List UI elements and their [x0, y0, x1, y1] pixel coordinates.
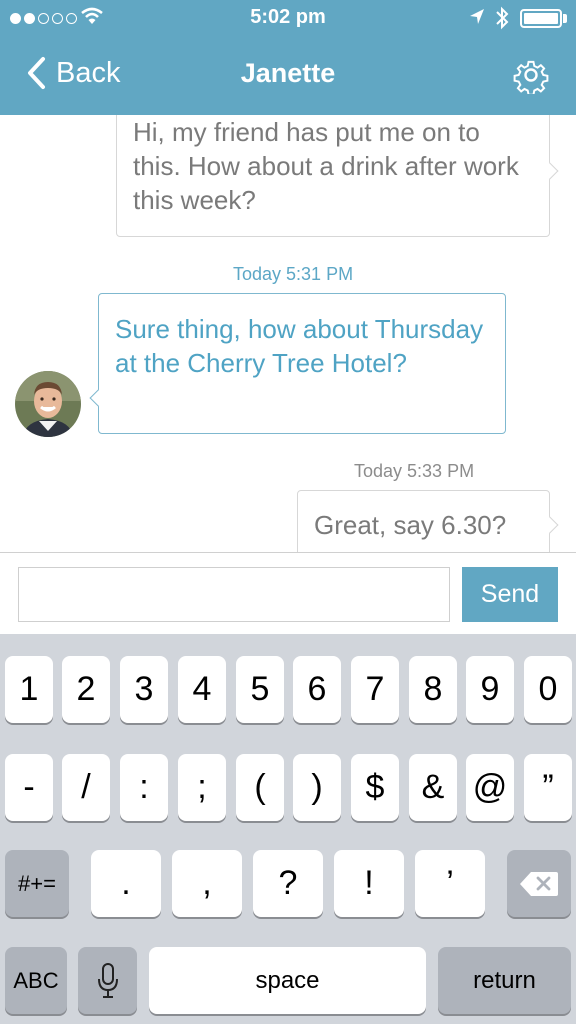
key-ampersand[interactable]: &: [409, 754, 457, 821]
avatar[interactable]: [15, 371, 81, 437]
message-bubble-outgoing: Hi, my friend has put me on to this. How…: [116, 115, 550, 237]
key-7[interactable]: 7: [351, 656, 399, 723]
key-quote[interactable]: ”: [524, 754, 572, 821]
key-colon[interactable]: :: [120, 754, 168, 821]
key-9[interactable]: 9: [466, 656, 514, 723]
key-apostrophe[interactable]: ’: [415, 850, 485, 917]
message-input[interactable]: [18, 567, 450, 622]
avatar-image: [15, 371, 81, 437]
key-exclamation[interactable]: !: [334, 850, 404, 917]
status-bar: 5:02 pm: [0, 0, 576, 36]
battery-tip: [563, 14, 567, 23]
message-list[interactable]: Hi, my friend has put me on to this. How…: [0, 115, 576, 552]
key-open-paren[interactable]: (: [236, 754, 284, 821]
abc-key[interactable]: ABC: [5, 947, 67, 1014]
microphone-icon: [97, 962, 118, 998]
backspace-icon: [520, 871, 558, 896]
key-period[interactable]: .: [91, 850, 161, 917]
message-bubble-outgoing: Great, say 6.30?: [297, 490, 550, 552]
key-slash[interactable]: /: [62, 754, 110, 821]
page-title: Janette: [240, 58, 336, 88]
message-timestamp: Today 5:31 PM: [233, 264, 354, 284]
key-8[interactable]: 8: [409, 656, 457, 723]
battery-icon: [520, 9, 562, 28]
dictation-key[interactable]: [78, 947, 137, 1014]
key-semicolon[interactable]: ;: [178, 754, 226, 821]
key-question[interactable]: ?: [253, 850, 323, 917]
send-button[interactable]: Send: [462, 567, 558, 622]
key-3[interactable]: 3: [120, 656, 168, 723]
symbols-toggle-key[interactable]: #+=: [5, 850, 69, 917]
key-5[interactable]: 5: [236, 656, 284, 723]
key-close-paren[interactable]: ): [293, 754, 341, 821]
keyboard: 1 2 3 4 5 6 7 8 9 0 - / : ; ( ) $ & @ ” …: [0, 634, 576, 1024]
key-6[interactable]: 6: [293, 656, 341, 723]
return-key[interactable]: return: [438, 947, 571, 1014]
key-2[interactable]: 2: [62, 656, 110, 723]
key-dollar[interactable]: $: [351, 754, 399, 821]
gear-icon[interactable]: [512, 56, 550, 94]
message-bubble-incoming: Sure thing, how about Thursday at the Ch…: [98, 293, 506, 434]
message-timestamp: Today 5:33 PM: [354, 461, 475, 481]
app-header: 5:02 pm Back Janette: [0, 0, 576, 115]
key-1[interactable]: 1: [5, 656, 53, 723]
compose-bar: Send: [0, 552, 576, 634]
key-hyphen[interactable]: -: [5, 754, 53, 821]
key-comma[interactable]: ,: [172, 850, 242, 917]
bluetooth-icon: [496, 6, 509, 30]
space-key[interactable]: space: [149, 947, 426, 1014]
location-arrow-icon: [470, 9, 484, 24]
key-0[interactable]: 0: [524, 656, 572, 723]
delete-key[interactable]: [507, 850, 571, 917]
key-at[interactable]: @: [466, 754, 514, 821]
key-4[interactable]: 4: [178, 656, 226, 723]
status-time: 5:02 pm: [250, 6, 326, 28]
